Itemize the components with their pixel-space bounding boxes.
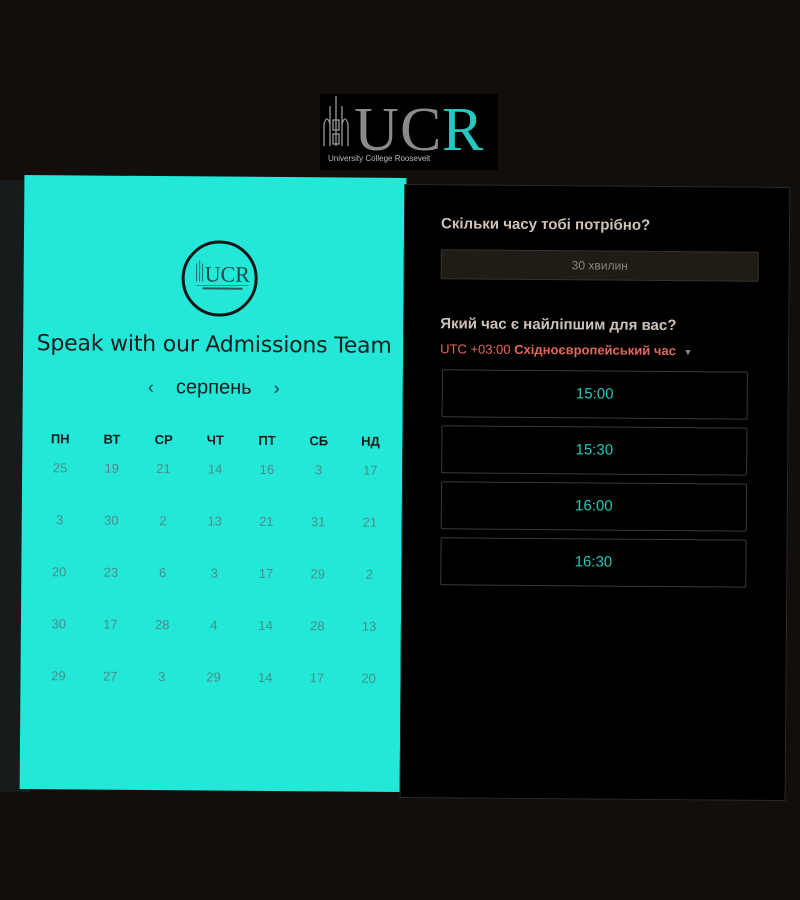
ucr-logo-subtitle: University College Roosevelt <box>328 154 498 163</box>
calendar-day[interactable]: 2 <box>343 567 395 619</box>
calendar-day[interactable]: 19 <box>86 460 138 512</box>
weekday-label: СР <box>154 432 173 448</box>
calendar-day[interactable]: 21 <box>137 461 189 513</box>
calendar-day[interactable]: 29 <box>32 668 84 720</box>
calendar-day[interactable]: 17 <box>240 566 292 618</box>
time-selection-panel: Скільки часу тобі потрібно? 30 хвилин Як… <box>399 183 791 801</box>
calendar-day[interactable]: 6 <box>136 565 188 617</box>
weekday-label: ЧТ <box>206 432 224 448</box>
calendar-day[interactable]: 25 <box>34 460 86 512</box>
scheduler-card: UCR Speak with our Admissions Team ‹ сер… <box>19 175 791 803</box>
calendar-day[interactable]: 21 <box>240 514 292 566</box>
timezone-offset: UTC +03:00 <box>440 341 511 357</box>
calendar-day[interactable]: 20 <box>342 671 394 723</box>
timezone-select[interactable]: UTC +03:00 Східноєвропейський час ▼ <box>440 341 692 358</box>
weekday-header: ПН ВТ СР ЧТ ПТ СБ НД <box>34 431 396 449</box>
calendar-day[interactable]: 4 <box>188 617 240 669</box>
timezone-name: Східноєвропейський час <box>514 341 676 359</box>
calendar-day[interactable]: 17 <box>291 670 343 722</box>
chevron-left-icon[interactable]: ‹ <box>144 377 158 398</box>
time-question: Який час є найліпшим для вас? <box>440 315 677 335</box>
time-slot-button[interactable]: 16:30 <box>440 537 747 588</box>
calendar-day[interactable]: 20 <box>33 564 85 616</box>
calendar-day[interactable]: 14 <box>189 461 241 513</box>
calendar-day[interactable]: 3 <box>292 462 344 514</box>
weekday-label: НД <box>361 433 380 449</box>
page-title: Speak with our Admissions Team <box>36 331 392 359</box>
calendar-day[interactable]: 21 <box>344 515 396 567</box>
caret-down-icon: ▼ <box>683 347 693 358</box>
duration-select[interactable]: 30 хвилин <box>440 249 759 282</box>
weekday-label: ПТ <box>258 432 276 448</box>
chevron-right-icon[interactable]: › <box>270 378 284 399</box>
ucr-round-logo: UCR <box>181 240 258 317</box>
calendar-day[interactable]: 2 <box>137 513 189 565</box>
calendar-day[interactable]: 16 <box>241 462 293 514</box>
calendar-day[interactable]: 29 <box>292 566 344 618</box>
duration-question: Скільки часу тобі потрібно? <box>441 215 651 234</box>
month-label: серпень <box>175 376 252 399</box>
time-slot-button[interactable]: 15:00 <box>441 369 748 420</box>
calendar-day[interactable]: 3 <box>188 565 240 617</box>
calendar-day[interactable]: 3 <box>33 512 85 564</box>
calendar-day[interactable]: 27 <box>84 668 136 720</box>
calendar-day[interactable]: 3 <box>136 669 188 721</box>
calendar-day[interactable]: 28 <box>136 617 188 669</box>
time-slot-button[interactable]: 15:30 <box>441 425 748 476</box>
calendar-day[interactable]: 14 <box>239 618 291 670</box>
month-navigation: ‹ серпень › <box>23 375 405 401</box>
calendar-day[interactable]: 31 <box>292 514 344 566</box>
calendar-day[interactable]: 13 <box>343 619 395 671</box>
calendar-day[interactable]: 14 <box>239 670 291 722</box>
logo-subtitle: University College Roosevelt <box>328 154 431 163</box>
calendar-day[interactable]: 13 <box>189 513 241 565</box>
calendar-day[interactable]: 23 <box>85 564 137 616</box>
weekday-label: ПН <box>50 431 70 447</box>
calendar-day[interactable]: 17 <box>344 463 396 515</box>
calendar-day[interactable]: 17 <box>84 616 136 668</box>
calendar-days: 25 19 21 14 16 3 17 3 30 2 13 21 31 21 20 23 6 3 17 29 2 30 17… <box>32 460 396 723</box>
calendar-day[interactable]: 30 <box>85 512 137 564</box>
weekday-label: СБ <box>309 433 329 449</box>
svg-text:UCR: UCR <box>205 261 251 286</box>
weekday-label: ВТ <box>103 431 121 447</box>
time-slot-button[interactable]: 16:00 <box>440 481 748 532</box>
calendar-day[interactable]: 30 <box>33 616 85 668</box>
calendar-day[interactable]: 29 <box>187 669 239 721</box>
calendar-day[interactable]: 28 <box>291 618 343 670</box>
calendar-panel: UCR Speak with our Admissions Team ‹ сер… <box>19 175 407 792</box>
